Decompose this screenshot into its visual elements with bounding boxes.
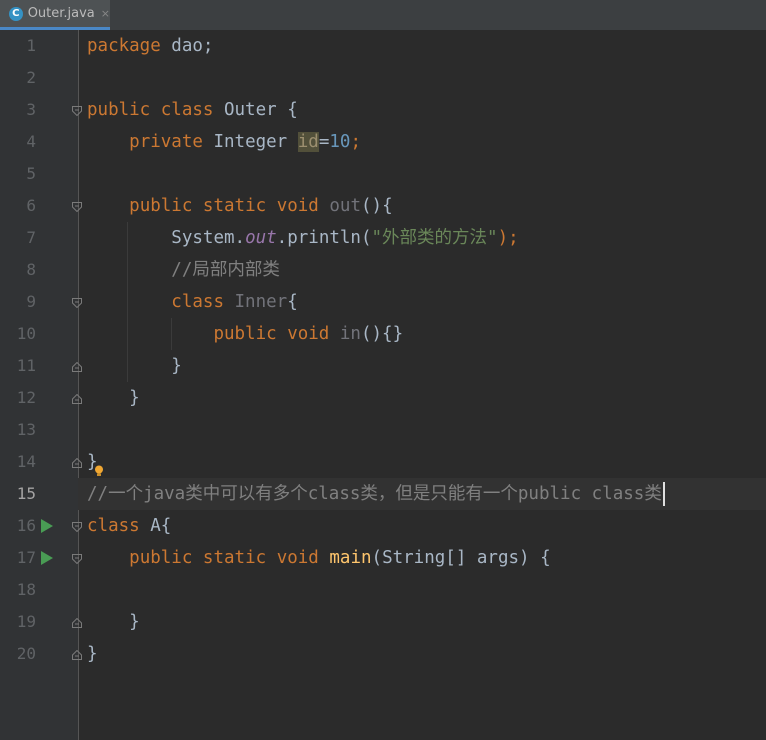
- keyword: void: [276, 548, 319, 568]
- code-text: System.: [171, 228, 246, 248]
- code-line-4: private Integer id=10;: [87, 126, 361, 158]
- keyword: void: [276, 196, 319, 216]
- code-line-1: package dao;: [87, 30, 213, 62]
- code-text: ;: [350, 132, 361, 152]
- code-text: .println(: [276, 228, 372, 248]
- static-field: out: [245, 228, 277, 248]
- code-line-17: public static void main(String[] args) {: [87, 542, 551, 574]
- code-line-3: public class Outer {: [87, 94, 298, 126]
- code-line-6: public static void out(){: [87, 190, 393, 222]
- line-number: 19: [16, 612, 36, 631]
- editor-tab-bar: C Outer.java ×: [0, 0, 766, 31]
- code-line-16: class A{: [87, 510, 171, 542]
- number-literal: 10: [329, 132, 351, 152]
- keyword: package: [87, 36, 161, 56]
- code-text: {: [287, 292, 298, 312]
- line-number: 12: [16, 388, 36, 407]
- tab-title: Outer.java: [27, 6, 95, 21]
- code-text: }: [129, 388, 140, 408]
- code-line-8: //局部内部类: [87, 254, 280, 286]
- gutter-divider: [78, 30, 79, 740]
- comment: //一个java类中可以有多个class类，但是只能有一个public clas…: [87, 484, 662, 504]
- line-number: 5: [26, 164, 36, 183]
- close-tab-icon[interactable]: ×: [101, 7, 110, 20]
- code-line-9: class Inner{: [87, 286, 298, 318]
- line-number: 20: [16, 644, 36, 663]
- line-number: 4: [26, 132, 36, 151]
- comment: //局部内部类: [171, 260, 280, 280]
- fold-open-icon[interactable]: [72, 554, 82, 564]
- class-name: Inner: [223, 292, 288, 312]
- line-number: 13: [16, 420, 36, 439]
- fold-end-icon[interactable]: [72, 362, 82, 372]
- text-caret: [662, 482, 665, 506]
- fold-end-icon[interactable]: [72, 618, 82, 628]
- line-number: 2: [26, 68, 36, 87]
- line-number: 10: [16, 324, 36, 343]
- code-line-12: }: [87, 382, 140, 414]
- code-text: Outer {: [213, 100, 298, 120]
- code-line-19: }: [87, 606, 140, 638]
- run-class-icon[interactable]: [41, 519, 53, 533]
- code-text: dao;: [160, 36, 214, 56]
- code-line-20: }: [87, 638, 98, 670]
- tab-outer-java[interactable]: C Outer.java ×: [0, 0, 110, 30]
- code-line-7: System.out.println("外部类的方法");: [87, 222, 519, 254]
- method-name: in: [329, 324, 361, 344]
- code-text: =: [318, 132, 330, 152]
- code-text: (){}: [360, 324, 404, 344]
- line-number: 8: [26, 260, 36, 279]
- code-line-11: }: [87, 350, 182, 382]
- keyword: public: [129, 548, 193, 568]
- keyword: class: [87, 516, 140, 536]
- fold-open-icon[interactable]: [72, 522, 82, 532]
- fold-open-icon[interactable]: [72, 298, 82, 308]
- line-number: 3: [26, 100, 36, 119]
- line-number: 14: [16, 452, 36, 471]
- code-text: }: [87, 452, 98, 472]
- keyword: void: [287, 324, 330, 344]
- keyword: static: [202, 196, 267, 216]
- code-text: A{: [139, 516, 172, 536]
- method-name: out: [318, 196, 361, 216]
- fold-open-icon[interactable]: [72, 202, 82, 212]
- keyword: private: [129, 132, 203, 152]
- fold-end-icon[interactable]: [72, 394, 82, 404]
- unused-field: id: [297, 132, 319, 152]
- line-number: 9: [26, 292, 36, 311]
- line-number-current: 15: [16, 484, 36, 503]
- code-line-15: //一个java类中可以有多个class类，但是只能有一个public clas…: [87, 478, 665, 510]
- line-number: 16: [16, 516, 36, 535]
- keyword: class: [160, 100, 214, 120]
- line-number: 17: [16, 548, 36, 567]
- keyword: public: [129, 196, 193, 216]
- java-class-icon: C: [9, 6, 23, 21]
- line-number: 18: [16, 580, 36, 599]
- keyword: public: [213, 324, 277, 344]
- code-text: );: [497, 228, 519, 248]
- type-name: Integer: [202, 132, 298, 152]
- method-name: main: [318, 548, 372, 568]
- keyword: public: [87, 100, 151, 120]
- fold-open-icon[interactable]: [72, 106, 82, 116]
- string-literal: "外部类的方法": [371, 228, 498, 248]
- code-line-10: public void in(){}: [87, 318, 403, 350]
- code-text: }: [87, 644, 98, 664]
- line-number: 7: [26, 228, 36, 247]
- code-text: }: [129, 612, 140, 632]
- keyword: static: [202, 548, 267, 568]
- line-number: 11: [16, 356, 36, 375]
- line-number: 1: [26, 36, 36, 55]
- keyword: class: [171, 292, 224, 312]
- fold-end-icon[interactable]: [72, 650, 82, 660]
- fold-end-icon[interactable]: [72, 458, 82, 468]
- code-text: (){: [361, 196, 393, 216]
- run-main-icon[interactable]: [41, 551, 53, 565]
- code-text: (String[] args) {: [371, 548, 551, 568]
- code-text: }: [171, 356, 182, 376]
- line-number: 6: [26, 196, 36, 215]
- code-line-14: }: [87, 446, 98, 478]
